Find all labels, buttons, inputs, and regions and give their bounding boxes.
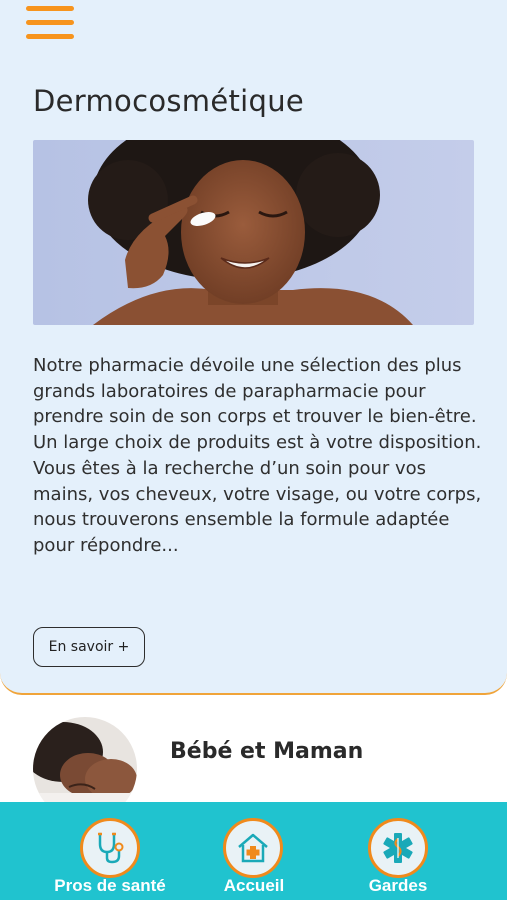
article-description: Notre pharmacie dévoile une sélection de… <box>33 355 482 556</box>
article-card: Dermocosmétique Notre pharmacie dévoile … <box>0 0 507 695</box>
home-medical-icon <box>223 818 283 878</box>
section-title: Bébé et Maman <box>170 739 364 764</box>
nav-item-gardes[interactable]: Gardes <box>313 802 483 900</box>
section-thumbnail <box>33 717 137 803</box>
hamburger-menu-icon[interactable] <box>26 6 74 42</box>
read-more-button[interactable]: En savoir + <box>33 627 145 667</box>
medical-star-icon <box>368 818 428 878</box>
article-title: Dermocosmétique <box>33 84 305 118</box>
bottom-navigation: Pros de santé Accueil Gardes <box>0 802 507 900</box>
stethoscope-icon <box>80 818 140 878</box>
hero-image <box>33 140 474 325</box>
baby-mom-section[interactable]: Bébé et Maman <box>0 697 507 803</box>
nav-label: Gardes <box>368 876 428 895</box>
